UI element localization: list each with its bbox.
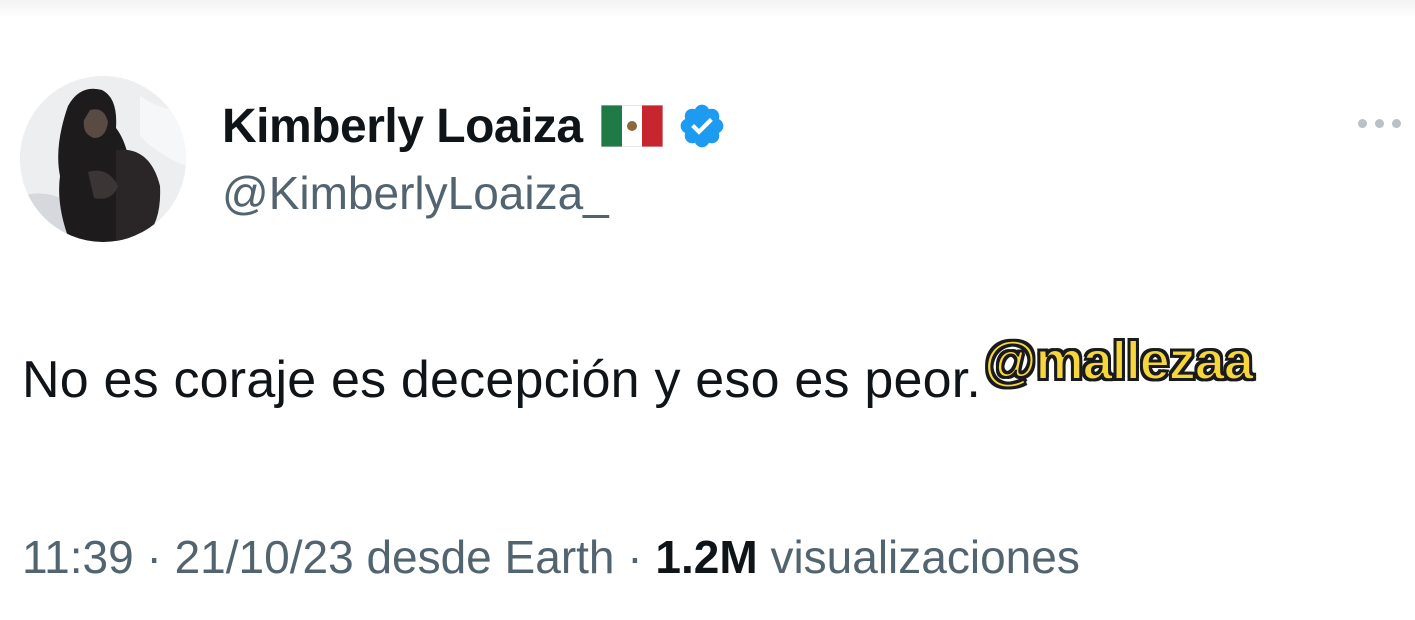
tweet-text: No es coraje es decepción y eso es peor.	[22, 351, 982, 409]
more-options-icon[interactable]	[1358, 108, 1415, 138]
meta-separator: ·	[627, 531, 643, 583]
avatar-photo	[20, 76, 186, 242]
more-dot	[1392, 118, 1401, 128]
views-count: 1.2M	[655, 531, 758, 583]
tweet-time[interactable]: 11:39	[22, 531, 134, 583]
watermark-overlay: @mallezaa	[983, 330, 1255, 392]
views-label: visualizaciones	[770, 531, 1080, 583]
tweet-card: Kimberly Loaiza @KimberlyLoaiza_ No es c…	[0, 0, 1415, 620]
meta-separator: ·	[146, 531, 162, 583]
author-display-name[interactable]: Kimberly Loaiza	[222, 99, 583, 154]
author-name-row: Kimberly Loaiza	[222, 96, 727, 156]
top-shade	[0, 0, 1415, 18]
more-dot	[1358, 118, 1367, 128]
tweet-meta: 11:39 · 21/10/23 desde Earth · 1.2M visu…	[22, 530, 1080, 584]
author-handle[interactable]: @KimberlyLoaiza_	[222, 166, 609, 220]
avatar[interactable]	[20, 76, 186, 242]
tweet-date[interactable]: 21/10/23	[175, 531, 354, 583]
more-dot	[1375, 118, 1384, 128]
mexico-flag-icon	[600, 104, 664, 148]
verified-badge-icon	[677, 101, 727, 151]
tweet-source: desde Earth	[366, 531, 615, 583]
